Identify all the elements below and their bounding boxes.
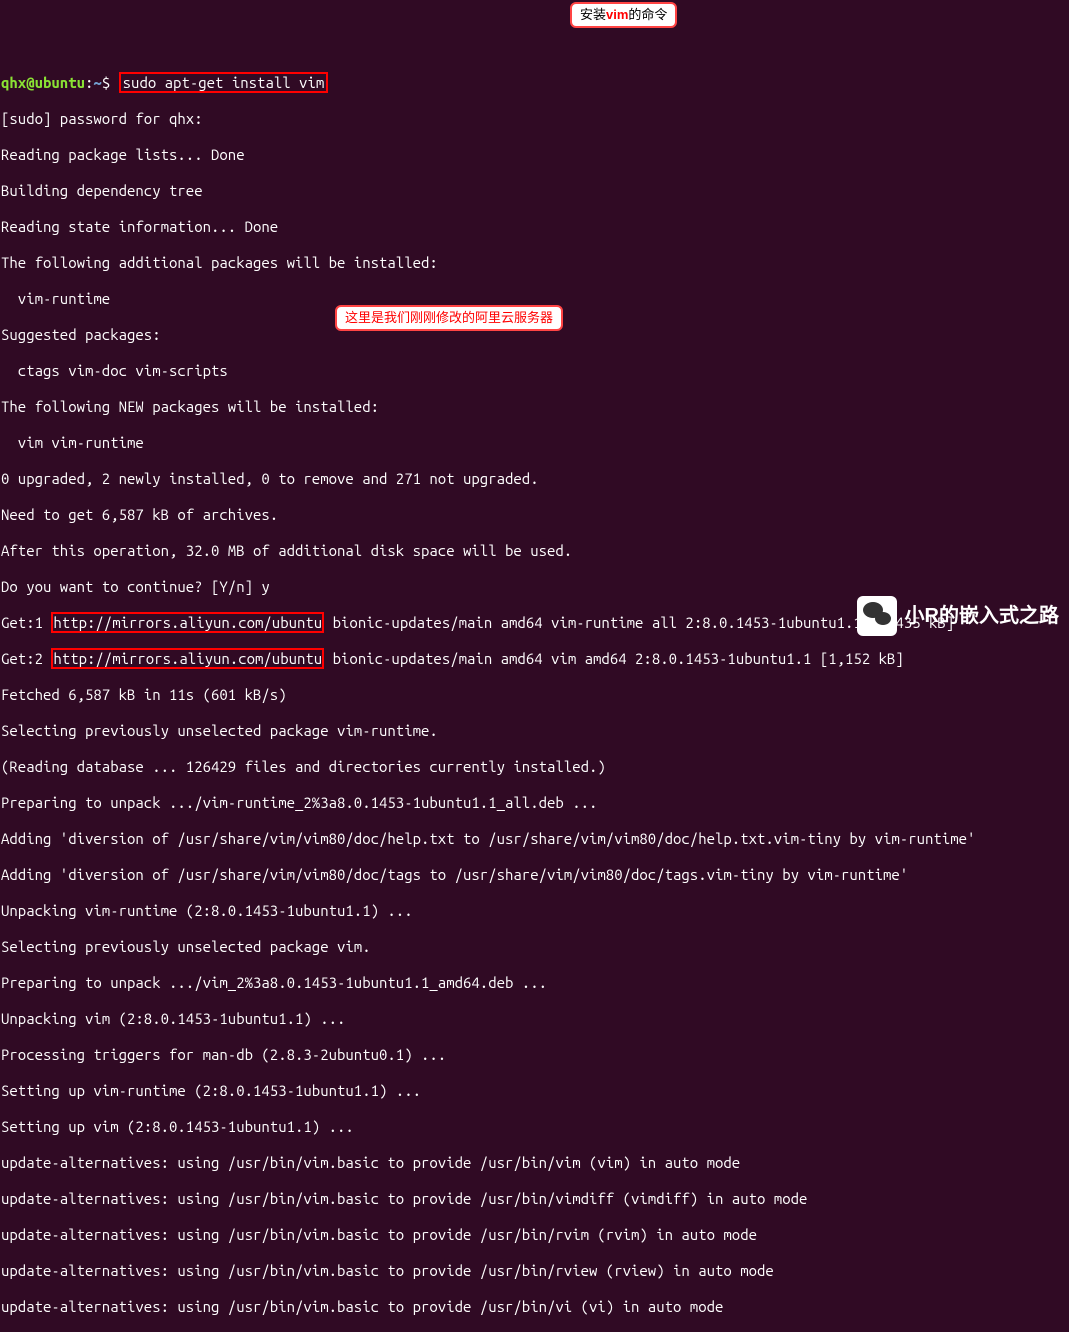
output-line: Reading state information... Done (1, 218, 1068, 236)
output-line: Setting up vim (2:8.0.1453-1ubuntu1.1) .… (1, 1118, 1068, 1136)
output-line: Preparing to unpack .../vim-runtime_2%3a… (1, 794, 1068, 812)
output-line: update-alternatives: using /usr/bin/vim.… (1, 1262, 1068, 1280)
output-line: (Reading database ... 126429 files and d… (1, 758, 1068, 776)
watermark: 小R的嵌入式之路 (857, 596, 1059, 636)
output-line: After this operation, 32.0 MB of additio… (1, 542, 1068, 560)
output-line: Reading package lists... Done (1, 146, 1068, 164)
prompt-user: qhx (1, 74, 26, 91)
prompt-host: ubuntu (35, 74, 85, 91)
output-line: update-alternatives: using /usr/bin/vim.… (1, 1298, 1068, 1316)
output-line: Adding 'diversion of /usr/share/vim/vim8… (1, 830, 1068, 848)
output-line: Processing triggers for man-db (2.8.3-2u… (1, 1046, 1068, 1064)
annotation-callout-install: 安装vim的命令 (570, 2, 677, 28)
output-line: Do you want to continue? [Y/n] y (1, 578, 1068, 596)
output-line: Get:2 http://mirrors.aliyun.com/ubuntu b… (1, 650, 1068, 668)
output-line: Need to get 6,587 kB of archives. (1, 506, 1068, 524)
output-line: Setting up vim-runtime (2:8.0.1453-1ubun… (1, 1082, 1068, 1100)
output-line: Selecting previously unselected package … (1, 722, 1068, 740)
output-line: Building dependency tree (1, 182, 1068, 200)
command-highlight-box: sudo apt-get install vim (119, 72, 329, 93)
command-line: qhx@ubuntu:~$ sudo apt-get install vim (1, 74, 1068, 92)
output-line: 0 upgraded, 2 newly installed, 0 to remo… (1, 470, 1068, 488)
output-line: The following additional packages will b… (1, 254, 1068, 272)
output-line: Preparing to unpack .../vim_2%3a8.0.1453… (1, 974, 1068, 992)
prompt-path: ~ (93, 74, 101, 91)
wechat-icon (857, 596, 897, 636)
output-line: Fetched 6,587 kB in 11s (601 kB/s) (1, 686, 1068, 704)
output-line: Selecting previously unselected package … (1, 938, 1068, 956)
output-line: vim vim-runtime (1, 434, 1068, 452)
output-line: ctags vim-doc vim-scripts (1, 362, 1068, 380)
output-line: Unpacking vim-runtime (2:8.0.1453-1ubunt… (1, 902, 1068, 920)
output-line: The following NEW packages will be insta… (1, 398, 1068, 416)
annotation-callout-mirror: 这里是我们刚刚修改的阿里云服务器 (335, 305, 563, 331)
terminal-area[interactable]: qhx@ubuntu:~$ sudo apt-get install vim [… (1, 74, 1068, 1332)
output-line: [sudo] password for qhx: (1, 110, 1068, 128)
output-line: Unpacking vim (2:8.0.1453-1ubuntu1.1) ..… (1, 1010, 1068, 1028)
mirror-url-highlight: http://mirrors.aliyun.com/ubuntu (51, 612, 324, 633)
output-line: update-alternatives: using /usr/bin/vim.… (1, 1226, 1068, 1244)
watermark-text: 小R的嵌入式之路 (905, 607, 1059, 625)
output-line: Adding 'diversion of /usr/share/vim/vim8… (1, 866, 1068, 884)
output-line: update-alternatives: using /usr/bin/vim.… (1, 1190, 1068, 1208)
output-line: update-alternatives: using /usr/bin/vim.… (1, 1154, 1068, 1172)
